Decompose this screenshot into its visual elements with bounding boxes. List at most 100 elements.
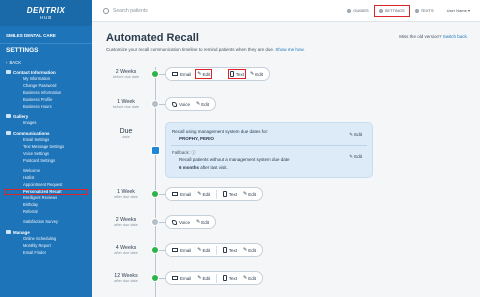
back-link[interactable]: ‹ BACK (0, 56, 92, 66)
mobile-icon (223, 191, 227, 197)
section-label: Manage (13, 229, 30, 235)
user-menu[interactable]: User Name ▾ (447, 8, 470, 13)
edit-due-button[interactable]: ✎ Edit (349, 132, 362, 138)
search-input[interactable]: Search patients (113, 8, 148, 14)
calendar-icon (150, 146, 160, 155)
sidebar-item-monthly-report[interactable]: Monthly Report (0, 243, 92, 250)
status-dot (151, 190, 159, 198)
step-pill: Voice ✎ Edit (165, 97, 216, 111)
section-manage[interactable]: Manage (0, 228, 92, 236)
channel-email[interactable]: Email (170, 273, 193, 283)
sidebar-item-change-password[interactable]: Change Password (0, 83, 92, 90)
show-me-how-link[interactable]: Show me how. (275, 47, 304, 52)
section-contact-information[interactable]: Contact Information (0, 68, 92, 76)
sidebar-item-business-profile[interactable]: Business Profile (0, 97, 92, 104)
wrench-icon (6, 230, 11, 235)
edit-label: Edit (202, 247, 211, 253)
edit-text-button[interactable]: ✎ Edit (241, 189, 258, 199)
sidebar-item-welcome[interactable]: Welcome (0, 168, 92, 175)
channel-text[interactable]: Text (228, 69, 246, 79)
sidebar-item-personalized-recall[interactable]: Personalized Recall (4, 188, 88, 196)
edit-email-button[interactable]: ✎ Edit (195, 273, 212, 283)
sidebar-item-online-scheduling[interactable]: Online Scheduling (0, 236, 92, 243)
channel-text[interactable]: Text (221, 273, 239, 283)
row-label: 2 Weeks after due date (106, 217, 146, 227)
edit-text-button[interactable]: ✎ Edit (248, 69, 265, 79)
search-bar[interactable]: Search patients (103, 7, 342, 14)
sidebar-item-email-settings[interactable]: Email Settings (0, 137, 92, 144)
sidebar-item-business-hours[interactable]: Business Hours (0, 104, 92, 111)
search-icon (103, 7, 109, 14)
miss-old-text: Miss the old version? (399, 34, 442, 39)
channel-text[interactable]: Text (221, 245, 239, 255)
edit-fallback-button[interactable]: ✎ Edit (349, 154, 362, 160)
fallback-interval: 6 months after last visit. (179, 165, 228, 170)
user-name: User Name (446, 8, 467, 13)
channel-label: Text (228, 247, 237, 253)
nav-texts[interactable]: TEXTS (410, 5, 439, 17)
sidebar-item-business-information[interactable]: Business Information (0, 90, 92, 97)
edit-text-button[interactable]: ✎ Edit (241, 245, 258, 255)
edit-label: Edit (202, 191, 211, 197)
status-dot (151, 218, 159, 226)
sidebar-item-satisfaction-survey[interactable]: Satisfaction Survey (0, 219, 92, 226)
phone-icon (172, 101, 177, 107)
channel-label: Email (180, 191, 192, 197)
edit-email-button[interactable]: ✎ Edit (195, 189, 212, 199)
sidebar-item-hotlist[interactable]: Hotlist (0, 175, 92, 182)
row-rel: before due date (112, 75, 140, 79)
sidebar-item-postcard-settings[interactable]: Postcard Settings (0, 158, 92, 165)
chevron-left-icon: ‹ (6, 59, 8, 65)
edit-voice-button[interactable]: ✎ Edit (194, 99, 211, 109)
divider (216, 273, 218, 283)
sidebar-item-voice-settings[interactable]: Voice Settings (0, 151, 92, 158)
due-label: Due date (106, 128, 146, 139)
section-gallery[interactable]: Gallery (0, 112, 92, 120)
pencil-icon: ✎ (197, 246, 202, 253)
edit-label: Edit (255, 71, 263, 77)
edit-label: Edit (248, 191, 256, 197)
channel-label: Voice (179, 219, 191, 225)
pencil-icon: ✎ (250, 70, 255, 77)
edit-text-button[interactable]: ✎ Edit (241, 273, 258, 283)
edit-email-button[interactable]: ✎ Edit (195, 245, 212, 255)
sidebar-item-images[interactable]: Images (0, 120, 92, 127)
sidebar-item-intelligent-reviews[interactable]: Intelligent Reviews (0, 195, 92, 202)
channel-email[interactable]: Email (170, 189, 193, 199)
channel-voice[interactable]: Voice (170, 99, 192, 109)
section-communications[interactable]: Communications (0, 129, 92, 137)
pencil-icon: ✎ (197, 70, 202, 77)
sidebar-item-referral[interactable]: Referral (0, 209, 92, 216)
main-content: Automated Recall Customize your recall c… (92, 22, 480, 297)
megaphone-icon (6, 131, 11, 136)
edit-label: Edit (248, 275, 256, 281)
sidebar-item-birthday[interactable]: Birthday (0, 202, 92, 209)
sidebar: DENTRIX HUB SMILES DENTAL CARE SETTINGS … (0, 0, 92, 297)
pencil-icon: ✎ (243, 274, 248, 281)
nav-label: GUIDES (353, 8, 369, 13)
sidebar-item-text-message-settings[interactable]: Text Message Settings (0, 144, 92, 151)
step-pill: Email ✎ Edit Text ✎ Edit (165, 271, 263, 285)
channel-voice[interactable]: Voice (170, 217, 192, 227)
nav-guides[interactable]: GUIDES (342, 5, 373, 17)
nav-settings[interactable]: SETTINGS (373, 4, 410, 17)
sidebar-item-my-information[interactable]: My Information (0, 76, 92, 83)
help-icon[interactable]: ⓘ (191, 150, 196, 155)
sidebar-item-appointment-request[interactable]: Appointment Request (0, 182, 92, 189)
edit-voice-button[interactable]: ✎ Edit (194, 217, 211, 227)
edit-email-button[interactable]: ✎ Edit (195, 69, 213, 79)
sidebar-item-email-finder[interactable]: Email Finder (0, 250, 92, 257)
edit-label: Edit (248, 247, 256, 253)
logo-text: DENTRIX (26, 5, 66, 15)
channel-email[interactable]: Email (170, 245, 193, 255)
switch-back-link[interactable]: Switch back. (443, 34, 468, 39)
fallback-line: Recall patients without a management sys… (179, 157, 290, 162)
divider (216, 189, 218, 199)
row-rel: after due date (114, 195, 138, 199)
channel-text[interactable]: Text (221, 189, 239, 199)
logo[interactable]: DENTRIX HUB (0, 0, 92, 26)
pencil-icon: ✎ (196, 100, 201, 107)
channel-email[interactable]: Email (170, 69, 193, 79)
book-icon (347, 8, 352, 13)
mobile-icon (223, 275, 227, 281)
